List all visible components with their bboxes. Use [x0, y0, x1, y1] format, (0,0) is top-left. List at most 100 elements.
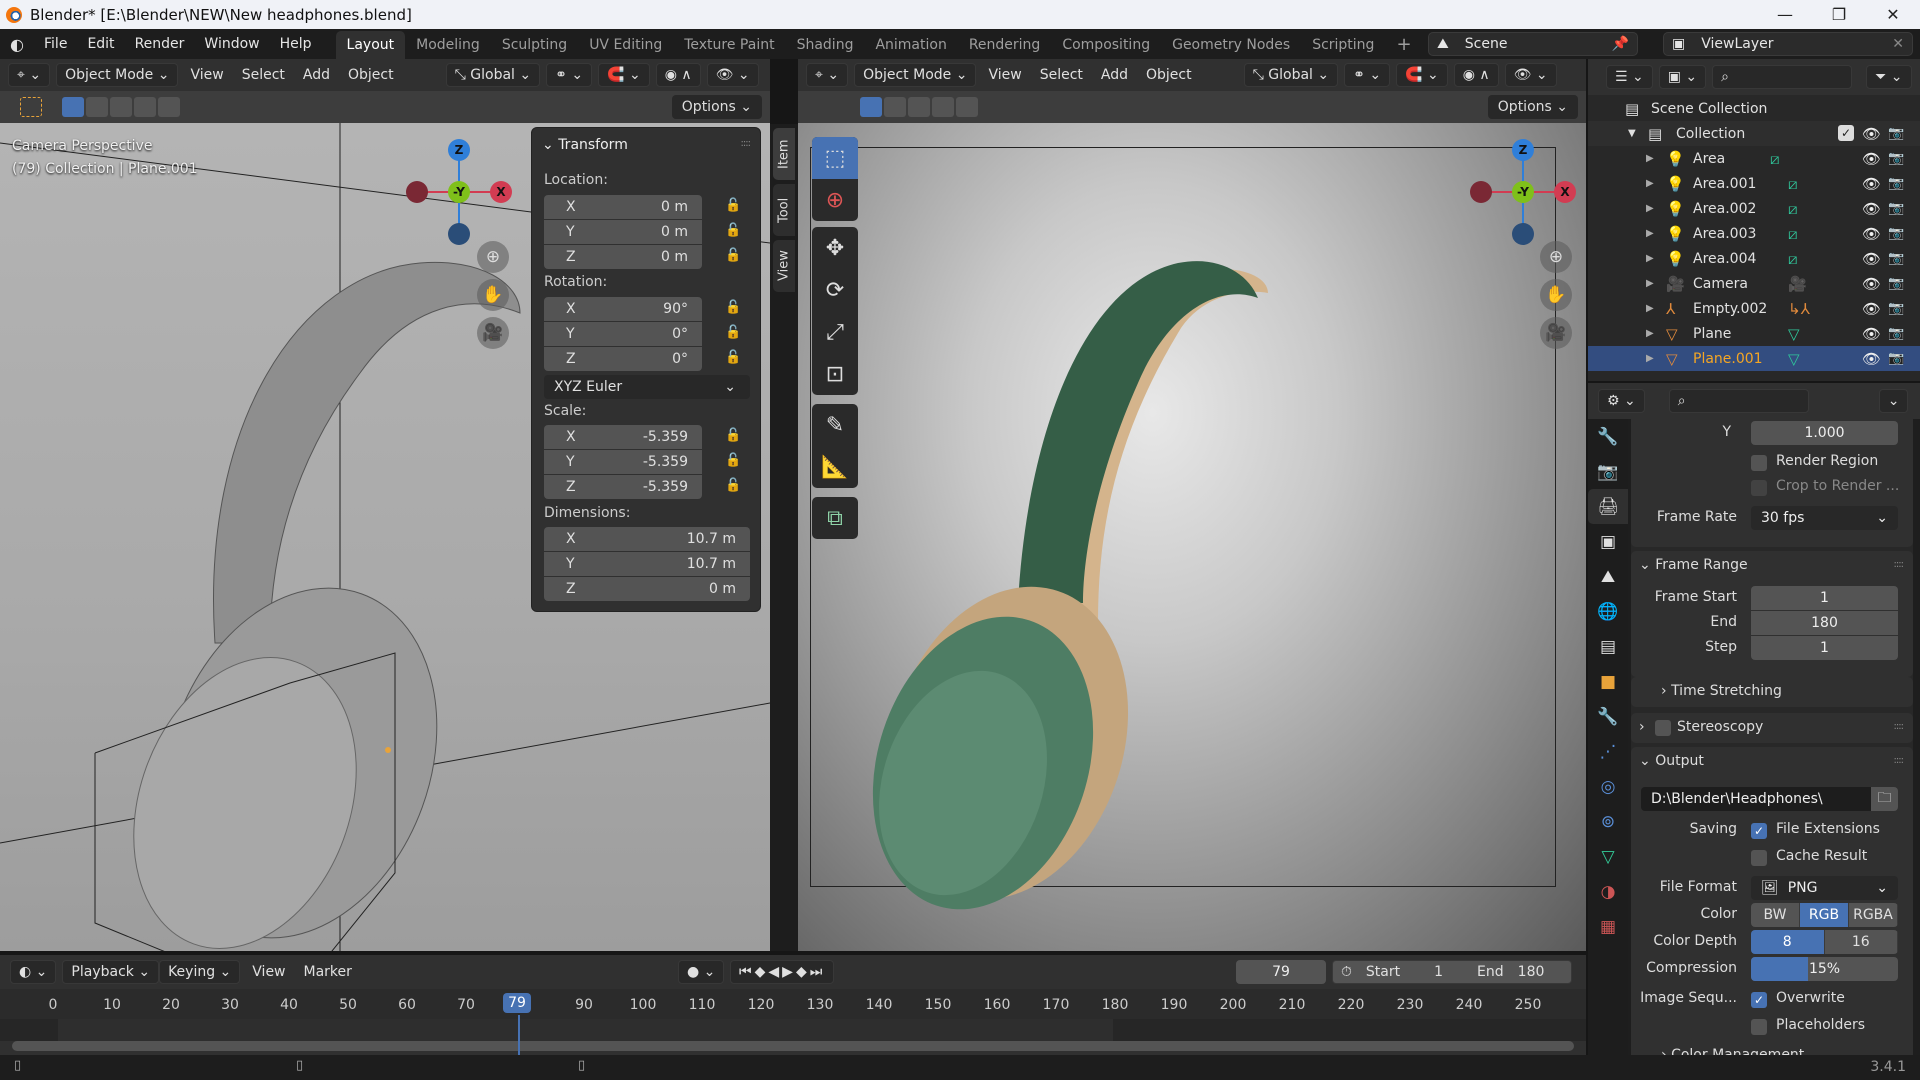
outliner-search-input[interactable]: ⌕ [1712, 65, 1853, 89]
empty-data-icon[interactable]: ↳⅄ [1788, 300, 1810, 318]
view-layer-selector[interactable]: ▣ ViewLayer ✕ [1663, 32, 1913, 56]
gizmo-neg-y-axis[interactable]: -Y [448, 181, 470, 203]
eye-icon[interactable]: 👁 [1862, 125, 1881, 143]
expand-arrow-icon[interactable]: ▶ [1646, 353, 1654, 364]
add-cube-tool-icon[interactable]: ⧉ [812, 497, 858, 539]
rotation-x-field[interactable]: X 90° [544, 297, 702, 321]
snap-toggle[interactable]: 🧲 ⌄ [1396, 63, 1448, 87]
rotation-y-field[interactable]: Y 0° [544, 322, 702, 346]
tab-texture-paint[interactable]: Texture Paint [673, 31, 785, 59]
menu-edit[interactable]: Edit [77, 29, 124, 59]
prev-keyframe-icon[interactable]: ◆ [755, 964, 769, 980]
time-stretching-header[interactable]: › Time Stretching [1661, 683, 1782, 699]
light-data-icon[interactable]: ⧄ [1788, 200, 1798, 218]
maximize-button[interactable]: ❐ [1812, 0, 1866, 29]
eye-icon[interactable]: 👁 [1862, 275, 1881, 293]
proportional-edit-toggle[interactable]: ◉ ∧ [655, 63, 701, 87]
drag-grip-icon[interactable]: :::: [1894, 755, 1905, 766]
mesh-data-icon[interactable]: ▽ [1788, 325, 1800, 343]
resolution-y-field[interactable]: 1.000 [1751, 421, 1898, 445]
menu-help[interactable]: Help [270, 29, 322, 59]
play-reverse-icon[interactable]: ◀ [768, 964, 782, 980]
tab-rendering[interactable]: Rendering [958, 31, 1052, 59]
cursor-tool-icon[interactable]: ⊕ [812, 179, 858, 221]
lock-icon[interactable]: 🔓 [725, 478, 741, 493]
drag-grip-icon[interactable]: :::: [1894, 559, 1905, 570]
frame-step-field[interactable]: 1 [1751, 636, 1898, 660]
tab-modeling[interactable]: Modeling [405, 31, 491, 59]
stopwatch-icon[interactable]: ⏱ [1341, 964, 1352, 980]
drag-grip-icon[interactable]: :::: [1894, 721, 1905, 732]
expand-arrow-icon[interactable]: ▶ [1646, 303, 1654, 314]
select-subtract-icon[interactable] [908, 97, 930, 117]
location-x-field[interactable]: X 0 m [544, 195, 702, 219]
time-stretching-subsection[interactable]: › Time Stretching [1631, 677, 1913, 707]
world-tab-icon[interactable]: 🌐 [1588, 594, 1628, 629]
current-frame-field[interactable]: 79 [1236, 960, 1326, 984]
move-tool-icon[interactable]: ✥ [812, 227, 858, 269]
menu-view[interactable]: View [982, 67, 1027, 83]
output-tab-icon[interactable]: 🖨 [1588, 489, 1628, 524]
tab-uv-editing[interactable]: UV Editing [578, 31, 673, 59]
color-rgba-option[interactable]: RGBA [1849, 903, 1898, 927]
outliner-scene-collection[interactable]: ▤ Scene Collection [1588, 96, 1920, 121]
exclude-checkbox[interactable]: ✓ [1838, 125, 1854, 141]
outliner-item[interactable]: ▶ ▽ Plane.001 ▽ 👁 📷 [1588, 346, 1920, 371]
scale-x-field[interactable]: X -5.359 [544, 425, 702, 449]
rotate-tool-icon[interactable]: ⟳ [812, 269, 858, 311]
editor-type-button[interactable]: ⌖ ⌄ [8, 63, 51, 87]
placeholders-checkbox[interactable] [1751, 1019, 1767, 1035]
cache-result-checkbox[interactable] [1751, 850, 1767, 866]
lock-icon[interactable]: 🔓 [725, 198, 741, 213]
physics-tab-icon[interactable]: ◎ [1588, 769, 1628, 804]
pan-hand-icon[interactable]: ✋ [477, 279, 509, 311]
options-dropdown[interactable]: ⌄ [1878, 389, 1909, 413]
frame-rate-dropdown[interactable]: 30 fps ⌄ [1751, 506, 1898, 530]
eye-icon[interactable]: 👁 [1862, 250, 1881, 268]
tab-sculpting[interactable]: Sculpting [491, 31, 578, 59]
outliner-item[interactable]: ▶ 💡 Area.004 ⧄ 👁 📷 [1588, 246, 1920, 271]
transform-tool-icon[interactable]: ⊡ [812, 353, 858, 395]
render-camera-icon[interactable]: 📷 [1888, 176, 1904, 191]
mode-dropdown[interactable]: Object Mode ⌄ [56, 63, 179, 87]
render-camera-icon[interactable]: 📷 [1888, 201, 1904, 216]
outliner-item[interactable]: ▶ 💡 Area.001 ⧄ 👁 📷 [1588, 171, 1920, 196]
pivot-dropdown[interactable]: ⚭ ⌄ [546, 63, 593, 87]
pivot-dropdown[interactable]: ⚭ ⌄ [1344, 63, 1391, 87]
proportional-edit-toggle[interactable]: ◉ ∧ [1453, 63, 1499, 87]
eye-icon[interactable]: 👁 [1862, 350, 1881, 368]
color-depth-8-option[interactable]: 8 [1751, 930, 1825, 954]
stereoscopy-expand-icon[interactable]: › [1639, 719, 1645, 735]
menu-select[interactable]: Select [1034, 67, 1089, 83]
gizmo-neg-z-axis[interactable] [448, 223, 470, 245]
render-tab-icon[interactable]: 📷 [1588, 454, 1628, 489]
transform-panel-header[interactable]: ⌄ Transform [542, 137, 628, 153]
visibility-dropdown[interactable]: 👁 ⌄ [706, 63, 759, 87]
material-tab-icon[interactable]: ◑ [1588, 874, 1628, 909]
data-tab-icon[interactable]: ▽ [1588, 839, 1628, 874]
render-camera-icon[interactable]: 📷 [1888, 126, 1904, 141]
menu-object[interactable]: Object [1140, 67, 1198, 83]
output-path-input[interactable]: D:\Blender\Headphones\ [1641, 787, 1871, 811]
blender-menu-icon[interactable]: ◐ [0, 35, 34, 54]
light-data-icon[interactable]: ⧄ [1788, 175, 1798, 193]
outliner-item[interactable]: ▶ 💡 Area ⧄ 👁 📷 [1588, 146, 1920, 171]
select-box-tool-icon[interactable]: ⬚ [812, 137, 858, 179]
eye-icon[interactable]: 👁 [1862, 150, 1881, 168]
outliner-item[interactable]: ▶ ⅄ Empty.002 ↳⅄ 👁 📷 [1588, 296, 1920, 321]
tool-select-icon[interactable] [20, 97, 42, 117]
frame-start-field[interactable]: 1 [1751, 586, 1898, 610]
render-camera-icon[interactable]: 📷 [1888, 326, 1904, 341]
minimize-button[interactable]: — [1758, 0, 1812, 29]
menu-object[interactable]: Object [342, 67, 400, 83]
options-button[interactable]: Options ⌄ [671, 95, 762, 119]
measure-tool-icon[interactable]: 📐 [812, 446, 858, 488]
particles-tab-icon[interactable]: ⋰ [1588, 734, 1628, 769]
sidebar-tab-item[interactable]: Item [773, 128, 795, 180]
zoom-icon[interactable]: ⊕ [1540, 241, 1572, 273]
gizmo-neg-x-axis[interactable] [1470, 181, 1492, 203]
dimensions-x-field[interactable]: X 10.7 m [544, 527, 750, 551]
select-new-icon[interactable] [860, 97, 882, 117]
tab-scripting[interactable]: Scripting [1301, 31, 1385, 59]
expand-arrow-icon[interactable]: ▶ [1646, 253, 1654, 264]
